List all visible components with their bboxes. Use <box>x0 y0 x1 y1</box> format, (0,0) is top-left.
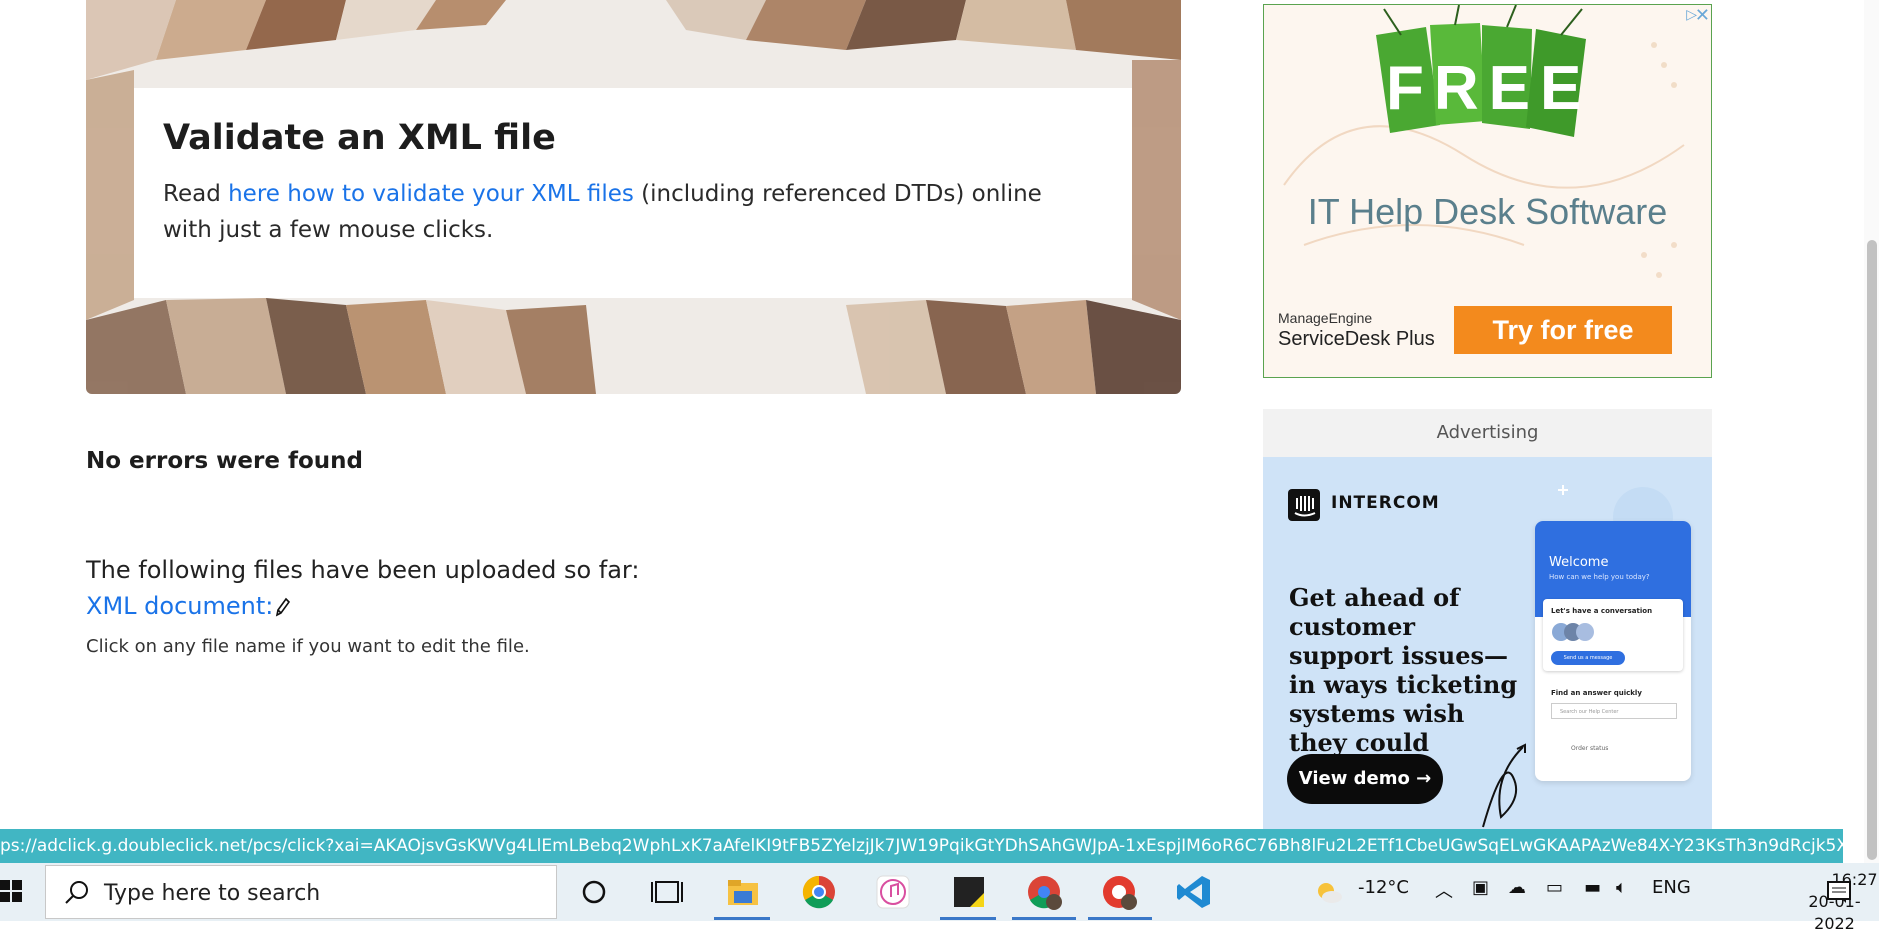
sticky-notes-active-indicator <box>940 917 996 920</box>
sticky-notes-icon[interactable] <box>950 873 988 911</box>
file-explorer-active-indicator <box>714 917 770 920</box>
intercom-brand: INTERCOM <box>1331 493 1440 513</box>
close-icon[interactable]: ✕ <box>1695 5 1710 26</box>
intercom-logo-icon <box>1288 489 1320 521</box>
edit-hint: Click on any file name if you want to ed… <box>86 636 530 657</box>
taskbar-search-placeholder: Type here to search <box>104 881 321 906</box>
ad-brand-manageengine: ManageEngine <box>1278 310 1373 326</box>
battery-icon[interactable]: ▬ <box>1584 877 1601 898</box>
phone-find-title: Find an answer quickly <box>1551 689 1642 697</box>
hero-banner: Validate an XML file Read here how to va… <box>86 0 1181 394</box>
validate-help-link[interactable]: here how to validate your XML files <box>228 181 634 207</box>
language-indicator[interactable]: ENG <box>1652 877 1691 898</box>
hero-text-prefix: Read <box>163 181 229 207</box>
uploaded-files-label: The following files have been uploaded s… <box>86 556 640 584</box>
notification-icon[interactable] <box>1826 879 1852 905</box>
chevron-up-icon[interactable]: ︿ <box>1435 877 1453 903</box>
phone-welcome: Welcome <box>1549 555 1609 570</box>
ad-brand-servicedesk: ServiceDesk Plus <box>1278 328 1435 350</box>
volume-icon[interactable]: 🔈︎ <box>1616 877 1627 898</box>
scrollbar[interactable] <box>1864 0 1879 863</box>
phone-order-status: Order status <box>1571 745 1609 752</box>
search-icon <box>65 881 88 904</box>
advertising-label: Advertising <box>1263 409 1712 457</box>
taskbar: Type here to search -12°C ︿ ▣ ☁ ▭ ▬ 🔈︎ E… <box>0 863 1879 933</box>
phone-subtitle: How can we help you today? <box>1549 573 1650 581</box>
itunes-icon[interactable] <box>874 873 912 911</box>
xml-document-label: XML document: <box>86 592 274 620</box>
pencil-icon <box>276 597 291 617</box>
hero-description: Read here how to validate your XML files… <box>163 176 1093 248</box>
ad-intercom-headline: Get ahead of customer support issues—in … <box>1289 583 1518 757</box>
view-demo-button[interactable]: View demo → <box>1287 754 1443 804</box>
taskbar-search-box[interactable]: Type here to search <box>45 865 557 919</box>
phone-search: Search our Help Center <box>1551 703 1677 719</box>
page-title: Validate an XML file <box>163 118 556 158</box>
windows-start-icon[interactable] <box>0 880 22 902</box>
ad-helpdesk[interactable]: FREE IT Help Desk Software ManageEngine … <box>1263 4 1712 378</box>
link-status-bar: ps://adclick.g.doubleclick.net/pcs/click… <box>0 829 1843 863</box>
ad-intercom[interactable]: INTERCOM Get ahead of customer support i… <box>1263 457 1712 831</box>
phone-mockup: Welcome How can we help you today? Let's… <box>1535 521 1691 781</box>
weather-temperature[interactable]: -12°C <box>1358 877 1409 898</box>
camera-icon[interactable]: ▣ <box>1472 877 1489 898</box>
weather-icon[interactable] <box>1314 878 1344 908</box>
xml-document-link[interactable]: XML document: <box>86 592 291 620</box>
display-icon[interactable]: ▭ <box>1546 877 1563 898</box>
hero-card: Validate an XML file Read here how to va… <box>134 88 1132 298</box>
chrome-profile-icon[interactable] <box>1025 873 1063 911</box>
phone-conversation-box: Let's have a conversation Send us a mess… <box>1543 599 1683 671</box>
cortana-icon[interactable] <box>575 873 613 911</box>
chrome-red-active-indicator <box>1088 917 1152 920</box>
try-for-free-button[interactable]: Try for free <box>1454 306 1672 354</box>
validation-status: No errors were found <box>86 448 363 474</box>
phone-conversation-title: Let's have a conversation <box>1551 607 1653 615</box>
avatars-icon <box>1552 623 1594 641</box>
chrome-profile-active-indicator <box>1012 917 1076 920</box>
ad-free-text: FREE <box>1386 54 1592 123</box>
scrollbar-thumb[interactable] <box>1867 240 1877 860</box>
chrome-icon[interactable] <box>800 873 838 911</box>
ad-helpdesk-title: IT Help Desk Software <box>1307 191 1668 232</box>
cloud-error-icon[interactable]: ☁ <box>1508 877 1526 898</box>
phone-send-button: Send us a message <box>1551 651 1625 665</box>
task-view-icon[interactable] <box>648 873 686 911</box>
file-explorer-icon[interactable] <box>724 873 762 911</box>
chrome-red-profile-icon[interactable] <box>1100 873 1138 911</box>
vscode-icon[interactable] <box>1175 873 1213 911</box>
